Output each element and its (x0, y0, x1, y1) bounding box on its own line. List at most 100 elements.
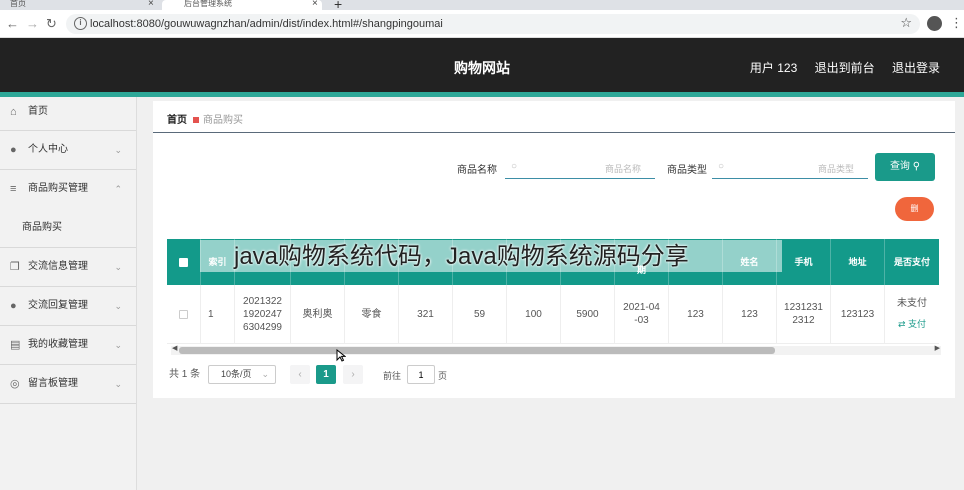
user-icon: ● (10, 144, 17, 156)
breadcrumb: 首页 商品购买 (167, 111, 243, 126)
cell-type: 零食 (345, 285, 399, 343)
select-all-checkbox[interactable] (179, 258, 188, 268)
chevron-down-icon: ⌄ (114, 301, 122, 311)
search-icon: ○ (511, 161, 518, 172)
app-header: 购物网站 用户 123 退出到前台 退出登录 (0, 38, 964, 92)
address-bar: ← → ↻ i localhost:8080/gouwuwagnzhan/adm… (0, 10, 964, 38)
prev-page-button[interactable]: ‹ (290, 365, 310, 384)
sidebar-item-label: 留言板管理 (28, 378, 78, 389)
product-name-placeholder: 商品名称 (604, 164, 641, 174)
sidebar-item-personal[interactable]: ● 个人中心 ⌄ (0, 131, 136, 170)
page-1-button[interactable]: 1 (316, 365, 336, 384)
sidebar-item-label: 个人中心 (28, 144, 68, 155)
sidebar-item-exchange-reply[interactable]: ● 交流回复管理 ⌄ (0, 287, 136, 326)
sidebar-item-guestbook[interactable]: ◎ 留言板管理 ⌄ (0, 365, 136, 404)
account-icon[interactable] (927, 16, 942, 31)
goto-page-input[interactable] (407, 365, 435, 384)
search-icon: ○ (718, 161, 725, 172)
row-checkbox[interactable] (179, 309, 188, 319)
close-tab-icon[interactable]: × (312, 0, 318, 9)
back-to-front-link[interactable]: 退出到前台 (815, 61, 875, 75)
chevron-down-icon: ⌄ (261, 369, 269, 379)
cell-date: 2021-04 -03 (615, 285, 669, 343)
home-icon: ⌂ (10, 106, 17, 118)
product-type-placeholder: 商品类型 (817, 164, 854, 174)
sidebar-item-label: 首页 (28, 106, 48, 117)
sidebar: ⌂ 首页 ● 个人中心 ⌄ ≡ 商品购买管理 ⌃ 商品购买 ❐ 交流信息管理 ⌄ ● 交流回复管… (0, 97, 137, 490)
reload-icon[interactable]: ↻ (46, 16, 57, 32)
scroll-right-icon[interactable]: ▶ (935, 344, 940, 352)
sidebar-item-exchange-info[interactable]: ❐ 交流信息管理 ⌄ (0, 248, 136, 287)
scrollbar-thumb[interactable] (179, 347, 775, 354)
sidebar-item-purchase-mgmt[interactable]: ≡ 商品购买管理 ⌃ (0, 170, 136, 209)
browser-tab-label: 首页 (10, 0, 26, 8)
page-size-select[interactable]: 10条/页 ⌄ (208, 365, 276, 384)
horizontal-scrollbar[interactable]: ◀ ▶ (171, 344, 941, 355)
query-button-label: 查询 (889, 161, 910, 172)
cell-index: 1 (201, 285, 235, 343)
browser-tab-home[interactable]: 首页 (0, 0, 158, 10)
chevron-down-icon: ⌄ (114, 379, 122, 389)
order-no-line: 1920247 (243, 308, 282, 320)
forward-arrow-icon[interactable]: → (26, 16, 39, 31)
breadcrumb-divider (153, 132, 955, 133)
phone-line: 2312 (792, 315, 815, 326)
cell-product: 奥利奥 (291, 285, 345, 343)
product-name-input[interactable]: ○ 商品名称 (505, 156, 655, 179)
pay-link[interactable]: ⇄ 支付 (898, 318, 926, 331)
globe-icon: ◎ (10, 378, 20, 390)
date-line: -03 (634, 315, 649, 326)
page-size-value: 10条/页 (221, 369, 252, 379)
header-paid: 是否支付 (893, 257, 930, 267)
watermark-text: java购物系统代码，Java购物系统源码分享 (234, 243, 689, 270)
chevron-up-icon: ⌃ (114, 184, 122, 194)
product-type-label: 商品类型 (667, 165, 707, 176)
sidebar-item-label: 商品购买 (22, 222, 62, 233)
info-icon[interactable]: i (74, 17, 87, 30)
logout-link[interactable]: 退出登录 (892, 61, 940, 75)
cell-price: 321 (399, 285, 453, 343)
header-phone: 手机 (777, 239, 831, 285)
sidebar-item-favorites[interactable]: ▤ 我的收藏管理 ⌄ (0, 326, 136, 365)
browser-tab-label: 后台管理系统 (184, 0, 232, 8)
user-icon: ● (10, 300, 17, 312)
next-page-button[interactable]: › (343, 365, 363, 384)
sidebar-item-home[interactable]: ⌂ 首页 (0, 97, 136, 131)
browser-tabbar: 首页 × 后台管理系统 × + (0, 0, 964, 12)
breadcrumb-separator-icon (193, 117, 199, 124)
query-button[interactable]: 查询 ⚲ (875, 153, 935, 181)
sidebar-item-label: 我的收藏管理 (28, 339, 88, 350)
breadcrumb-home[interactable]: 首页 (167, 115, 187, 126)
sidebar-item-purchase[interactable]: 商品购买 (0, 209, 136, 248)
select-all-checkbox-cell (167, 239, 201, 285)
sliders-icon: ≡ (10, 183, 17, 195)
date-line: 2021-04 (623, 302, 660, 313)
url-field[interactable]: i localhost:8080/gouwuwagnzhan/admin/dis… (66, 14, 920, 34)
cell-orig: 100 (507, 285, 561, 343)
product-name-label: 商品名称 (457, 165, 497, 176)
sidebar-item-label: 商品购买管理 (28, 183, 88, 194)
cell-phone: 1231231 2312 (777, 285, 831, 343)
row-divider (167, 343, 939, 344)
user-label: 用户 123 (749, 61, 798, 75)
star-icon[interactable]: ☆ (900, 15, 912, 31)
header-address: 地址 (831, 239, 885, 285)
total-count: 共 1 条 (169, 369, 201, 380)
kebab-menu-icon[interactable]: ⋮ (950, 15, 963, 31)
paid-status: 未支付 (897, 298, 927, 309)
row-checkbox-cell (167, 285, 201, 343)
url-text: localhost:8080/gouwuwagnzhan/admin/dist/… (90, 18, 443, 30)
scroll-left-icon[interactable]: ◀ (172, 344, 177, 352)
back-arrow-icon[interactable]: ← (6, 16, 19, 31)
cell-name: 123 (723, 285, 777, 343)
header-accent-bar (0, 92, 964, 97)
delete-button[interactable]: 删 (895, 197, 934, 221)
close-tab-icon[interactable]: × (148, 0, 154, 9)
browser-tab-admin[interactable]: 后台管理系统 (162, 0, 322, 10)
order-no-line: 6304299 (243, 321, 282, 333)
cell-paid: 未支付 ⇄ 支付 (885, 285, 939, 343)
product-type-input[interactable]: ○ 商品类型 (712, 156, 868, 179)
chevron-down-icon: ⌄ (114, 262, 122, 272)
pay-icon: ⇄ (897, 319, 906, 329)
copy-icon: ❐ (10, 261, 20, 273)
